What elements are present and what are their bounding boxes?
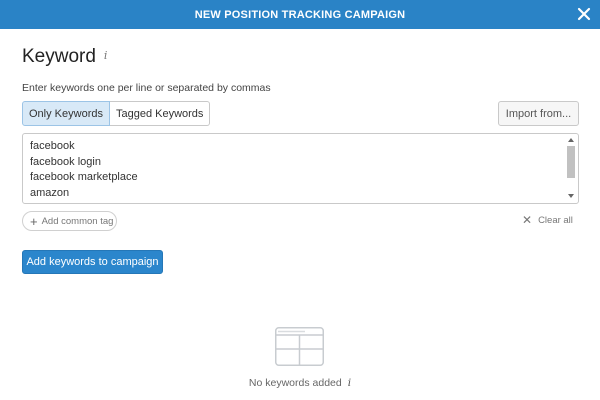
keyword-hint: Enter keywords one per line or separated… [22, 82, 271, 94]
keyword-line: fl [30, 201, 138, 203]
scroll-thumb[interactable] [567, 146, 575, 178]
import-from-button[interactable]: Import from... [498, 101, 579, 126]
scroll-up-arrow-icon[interactable] [566, 136, 576, 144]
tab-only-keywords[interactable]: Only Keywords [22, 101, 110, 126]
keywords-text: facebook facebook login facebook marketpla… [30, 139, 138, 203]
keyword-line: facebook [30, 140, 75, 152]
clear-all-label: Clear all [538, 214, 573, 226]
empty-state-text: No keywords added [248, 377, 342, 389]
add-keywords-button[interactable]: Add keywords to campaign [22, 250, 163, 274]
add-tag-label: Add common tag [41, 215, 114, 227]
empty-table-icon [275, 327, 324, 366]
keywords-textarea[interactable]: facebook facebook login facebook marketpla… [22, 133, 579, 204]
info-icon[interactable]: i [348, 377, 351, 389]
add-common-tag-button[interactable]: + Add common tag [22, 211, 117, 231]
close-icon: ✕ [522, 213, 533, 227]
empty-state: No keywords added i [0, 377, 600, 389]
textarea-scrollbar[interactable] [566, 136, 576, 202]
page-title: Keyword [22, 46, 96, 67]
dialog-header: NEW POSITION TRACKING CAMPAIGN [0, 0, 600, 29]
info-icon[interactable]: i [104, 49, 108, 62]
keyword-line: amazon [30, 186, 70, 199]
keyword-mode-tabs: Only Keywords Tagged Keywords [22, 101, 211, 126]
scroll-down-arrow-icon[interactable] [566, 192, 576, 200]
section-heading: Keyword i [22, 46, 107, 68]
keyword-line: facebook marketplace [30, 171, 138, 183]
close-icon[interactable] [575, 5, 593, 23]
keyword-line: facebook login [30, 155, 101, 168]
tab-tagged-keywords[interactable]: Tagged Keywords [109, 101, 211, 126]
dialog-title: NEW POSITION TRACKING CAMPAIGN [194, 8, 406, 21]
plus-icon: + [30, 213, 38, 229]
clear-all-button[interactable]: ✕ Clear all [522, 214, 573, 226]
